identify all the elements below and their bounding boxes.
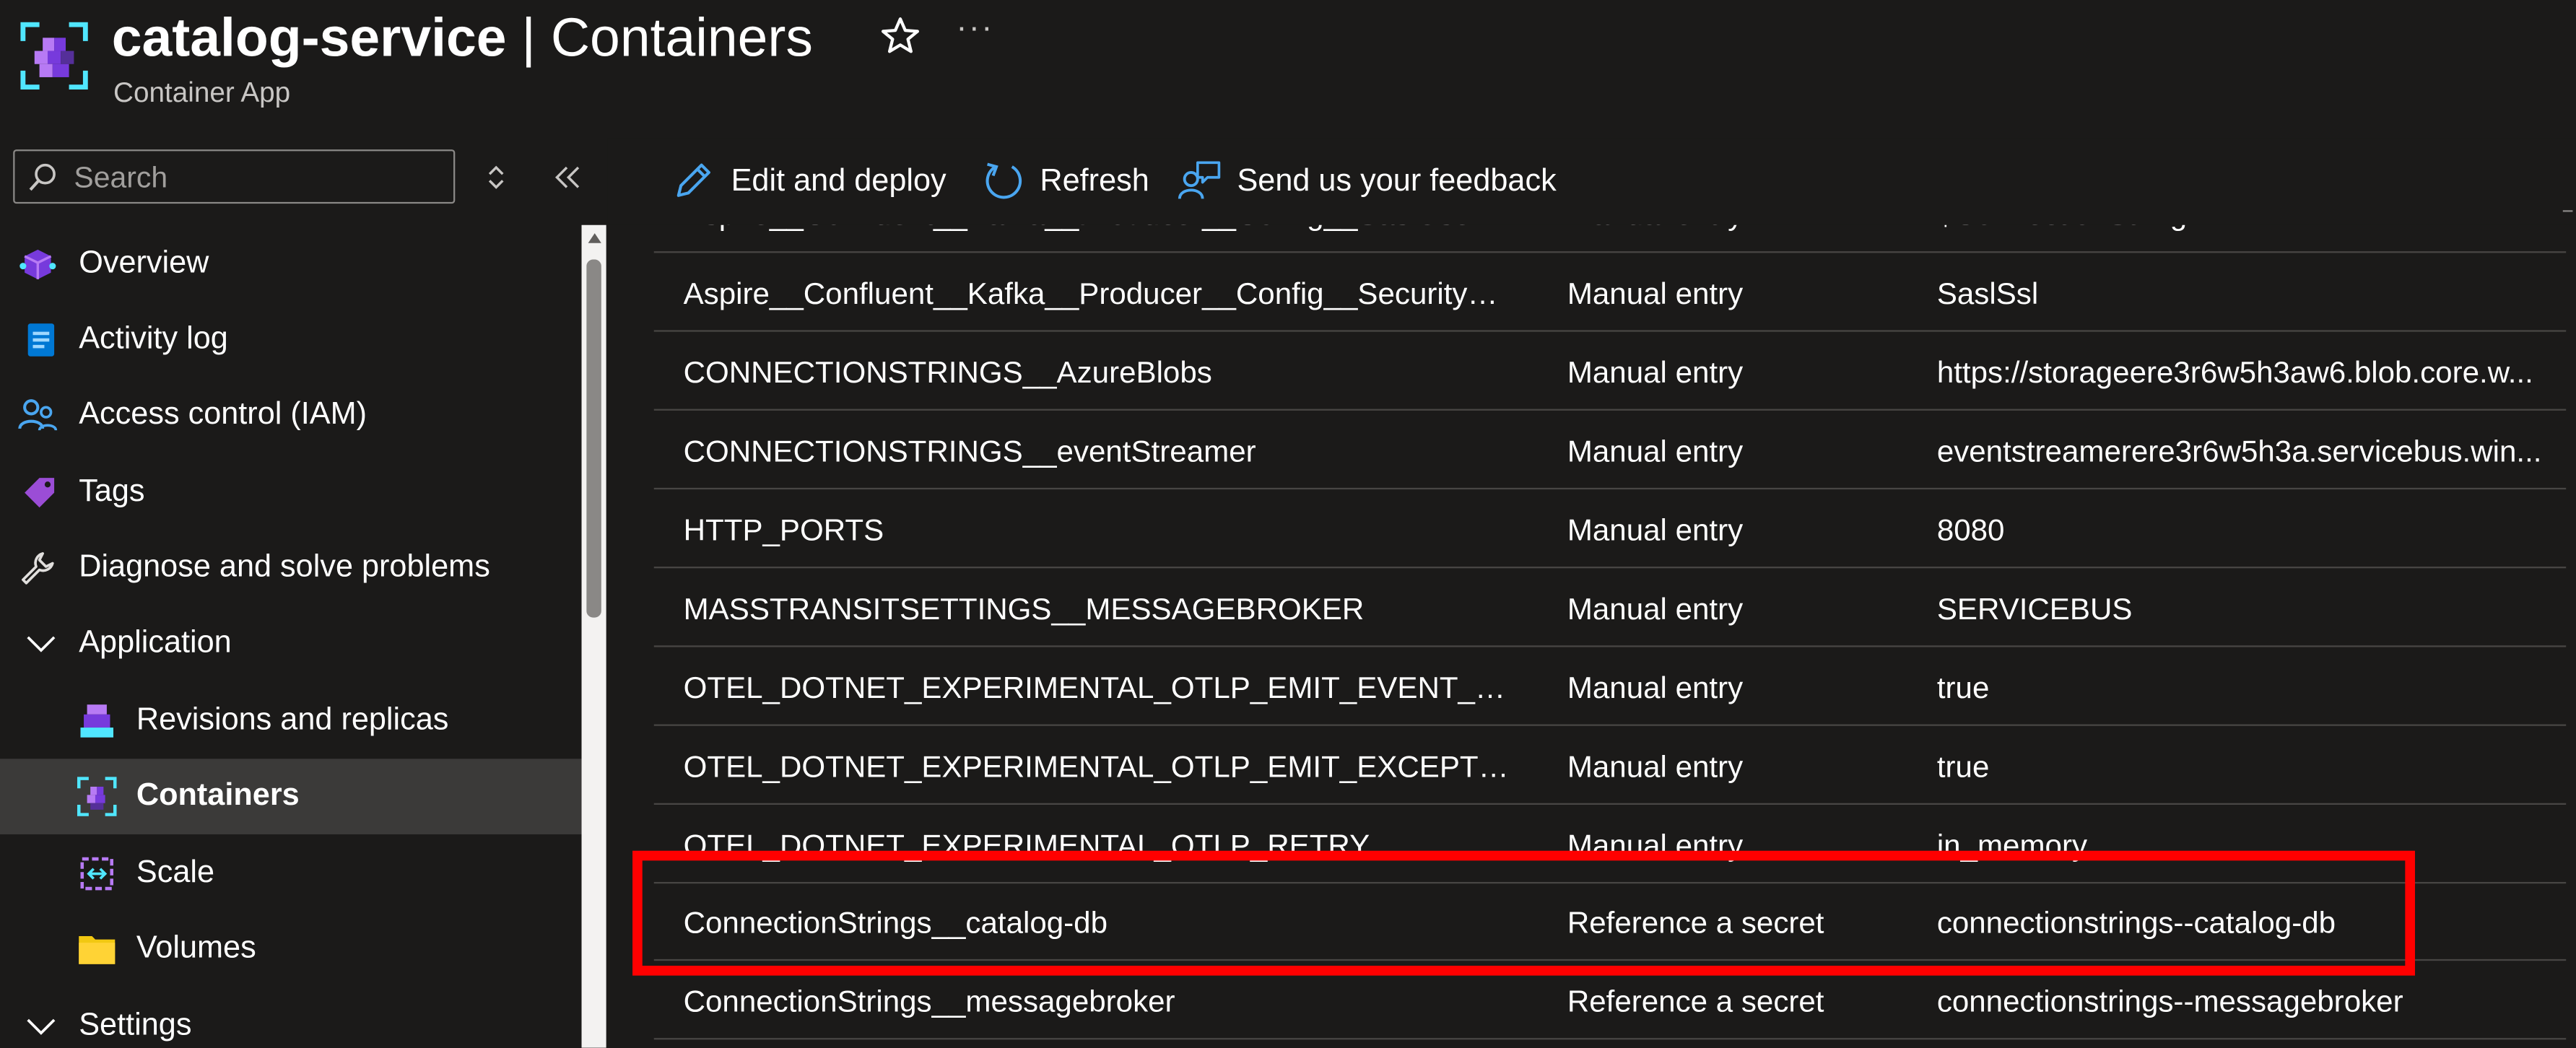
- overview-icon: [19, 249, 56, 279]
- resource-type: Container App: [113, 77, 291, 109]
- resource-name: catalog-service: [111, 6, 507, 68]
- chevron-down-icon: [27, 1018, 56, 1035]
- sidebar-item-label: Activity log: [79, 321, 228, 357]
- env-value-cell: connectionstrings--messagebroker: [1936, 984, 2403, 1018]
- refresh-icon: [985, 162, 1022, 199]
- env-source-cell: Manual entry: [1567, 748, 1744, 784]
- people-icon: [18, 399, 58, 431]
- env-value-cell: https://storageere3r6w5h3aw6.blob.core.w…: [1936, 354, 2533, 390]
- env-source-cell: Manual entry: [1567, 512, 1744, 547]
- more-options-icon[interactable]: ···: [956, 10, 993, 48]
- pencil-icon: [676, 163, 710, 197]
- column-edge-marker: [2562, 210, 2573, 228]
- table-row[interactable]: MASSTRANSITSETTINGS__MESSAGEBROKER Manua…: [653, 568, 2567, 647]
- sidebar-item-label: Overview: [79, 246, 209, 281]
- scale-icon: [80, 857, 114, 891]
- scroll-up-arrow-icon[interactable]: [588, 233, 601, 243]
- sidebar-item-diagnose[interactable]: Diagnose and solve problems: [0, 530, 582, 606]
- sidebar-item-label: Volumes: [136, 931, 256, 966]
- sidebar-item-label: Tags: [79, 474, 145, 510]
- sidebar-item-label: Settings: [79, 1008, 192, 1043]
- env-name-cell: Aspire__Confluent__Kafka__Producer__Conf…: [683, 276, 1515, 311]
- sidebar-item-label: Scale: [136, 855, 215, 891]
- env-source-cell: Manual entry: [1567, 276, 1744, 311]
- refresh-label: Refresh: [1040, 164, 1149, 199]
- sidebar-item-tags[interactable]: Tags: [0, 455, 582, 530]
- env-value-cell: 8080: [1936, 512, 2005, 547]
- highlight-box: [632, 850, 2415, 976]
- folder-icon: [79, 936, 116, 964]
- page-title: catalog-service | Containers: [112, 4, 813, 73]
- blade-name: Containers: [550, 6, 813, 68]
- table-row[interactable]: OTEL_DOTNET_EXPERIMENTAL_OTLP_EMIT_EVENT…: [653, 647, 2567, 726]
- env-source-cell: Manual entry: [1567, 433, 1744, 468]
- env-name-cell: CONNECTIONSTRINGS__eventStreamer: [683, 433, 1256, 468]
- table-row[interactable]: Aspire__Confluent__Kafka__Producer__Conf…: [653, 253, 2567, 332]
- env-value-cell: SERVICEBUS: [1936, 591, 2133, 626]
- sidebar-item-label: Revisions and replicas: [136, 702, 449, 738]
- favorite-star-icon[interactable]: [877, 13, 923, 59]
- tag-icon: [25, 478, 55, 508]
- feedback-icon: [1178, 161, 1221, 199]
- env-source-cell: Reference a secret: [1567, 984, 1824, 1018]
- containers-icon: [77, 777, 117, 816]
- env-name-cell: OTEL_DOTNET_EXPERIMENTAL_OTLP_EMIT_EVENT…: [683, 670, 1515, 705]
- sidebar-item-label: Diagnose and solve problems: [79, 550, 490, 585]
- edit-and-deploy-label: Edit and deploy: [731, 164, 947, 199]
- sidebar-scrollbar-thumb[interactable]: [586, 259, 601, 618]
- env-value-cell: true: [1936, 748, 1990, 784]
- refresh-button[interactable]: Refresh: [983, 157, 1149, 206]
- table-row[interactable]: CONNECTIONSTRINGS__AzureBlobs Manual ent…: [653, 332, 2567, 411]
- sidebar-item-volumes[interactable]: Volumes: [0, 912, 582, 987]
- env-value-cell: eventstreamerere3r6w5h3a.servicebus.win.…: [1936, 433, 2542, 468]
- sidebar-item-revisions[interactable]: Revisions and replicas: [0, 684, 582, 759]
- sidebar-item-activity-log[interactable]: Activity log: [0, 302, 582, 378]
- sidebar-item-label: Containers: [136, 778, 300, 813]
- sidebar-item-overview[interactable]: Overview: [0, 227, 582, 302]
- env-name-cell: ConnectionStrings__messagebroker: [683, 984, 1175, 1018]
- container-app-icon: [20, 22, 88, 90]
- env-value-cell: true: [1936, 670, 1990, 705]
- sidebar-item-scale[interactable]: Scale: [0, 836, 582, 912]
- search-icon: [29, 163, 56, 191]
- env-name-cell: CONNECTIONSTRINGS__AzureBlobs: [683, 354, 1212, 390]
- expand-collapse-all-icon[interactable]: [482, 162, 511, 192]
- env-source-cell: Manual entry: [1567, 354, 1744, 390]
- sidebar-item-containers[interactable]: Containers: [0, 759, 582, 834]
- env-name-cell: HTTP_PORTS: [683, 512, 884, 547]
- edit-and-deploy-button[interactable]: Edit and deploy: [672, 157, 952, 206]
- search-field[interactable]: [13, 149, 456, 204]
- env-value-cell: SaslSsl: [1936, 276, 2039, 311]
- env-name-cell: OTEL_DOTNET_EXPERIMENTAL_OTLP_EMIT_EXCEP…: [683, 748, 1515, 784]
- table-row[interactable]: OTEL_DOTNET_EXPERIMENTAL_OTLP_EMIT_EXCEP…: [653, 726, 2567, 805]
- send-feedback-label: Send us your feedback: [1237, 164, 1557, 199]
- send-feedback-button[interactable]: Send us your feedback: [1178, 157, 1557, 206]
- title-separator: |: [506, 6, 551, 68]
- activity-log-icon: [27, 323, 55, 357]
- sidebar-group-application[interactable]: Application: [0, 606, 582, 682]
- revisions-icon: [80, 704, 114, 738]
- sidebar-item-label: Access control (IAM): [79, 397, 367, 432]
- env-source-cell: Manual entry: [1567, 670, 1744, 705]
- collapse-sidebar-icon[interactable]: [552, 162, 586, 192]
- wrench-icon: [22, 552, 54, 585]
- env-name-cell: MASSTRANSITSETTINGS__MESSAGEBROKER: [683, 591, 1365, 626]
- chevron-down-icon: [27, 636, 56, 652]
- sidebar-item-access-control[interactable]: Access control (IAM): [0, 377, 582, 453]
- table-row[interactable]: HTTP_PORTS Manual entry 8080: [653, 489, 2567, 569]
- env-source-cell: Manual entry: [1567, 591, 1744, 626]
- search-input[interactable]: [70, 156, 447, 201]
- table-row[interactable]: CONNECTIONSTRINGS__eventStreamer Manual …: [653, 411, 2567, 490]
- sidebar-item-label: Application: [79, 625, 232, 660]
- sidebar-group-settings[interactable]: Settings: [0, 989, 582, 1048]
